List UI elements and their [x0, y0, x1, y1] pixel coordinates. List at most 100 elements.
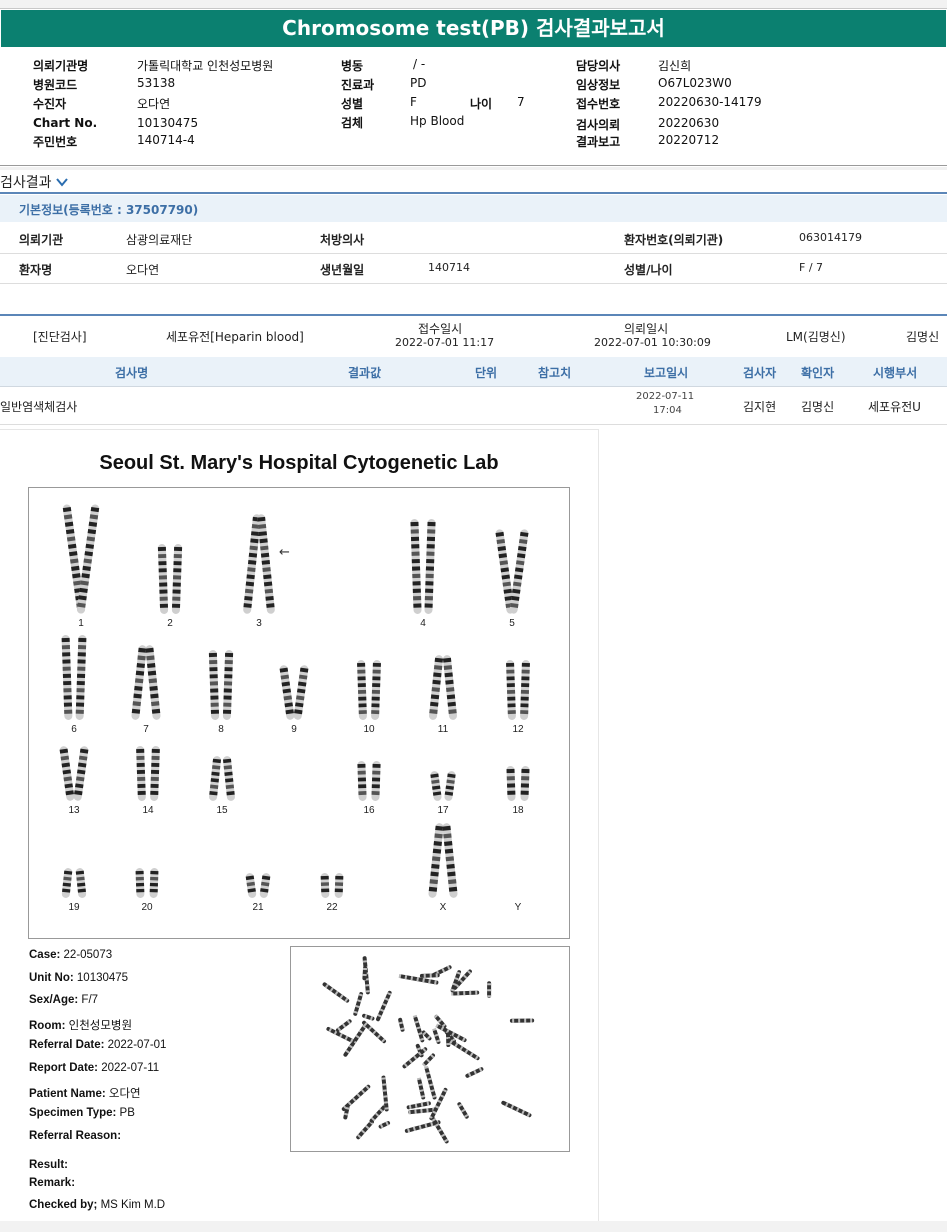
meta-label: Sex/Age:	[29, 994, 79, 1007]
chromosome-label: 19	[68, 902, 80, 913]
chromosome-label: 21	[252, 902, 264, 913]
column-header: 검사자	[743, 366, 777, 380]
karyogram-image: 1 2 3 4 56 7 8 9 10 11 1213 14 15 16 17 1819 20 21 22 X Y←	[59, 504, 530, 913]
report-time-cell: 17:04	[653, 405, 682, 416]
chromosome-pair	[245, 873, 271, 898]
header-label: 성별	[341, 97, 364, 111]
exam-test-name: 세포유전[Heparin blood]	[166, 330, 304, 344]
header-value: 가톨릭대학교 인천성모병원	[137, 59, 274, 73]
meta-value: F/7	[78, 994, 99, 1007]
chromosome-label: 12	[512, 724, 524, 735]
result-label: Result:	[29, 1159, 68, 1171]
received-label: 접수일시	[418, 322, 463, 336]
column-header: 단위	[475, 366, 498, 380]
exam-category: [진단검사]	[33, 330, 87, 344]
doctor-name: 김명신	[906, 330, 940, 344]
metaphase-image	[322, 956, 535, 1144]
chromosome-pair	[428, 823, 458, 898]
header-label: 검사의뢰	[576, 118, 621, 132]
field-label: 환자명	[19, 263, 53, 277]
chromosome-label: 5	[509, 618, 515, 629]
divider	[0, 165, 947, 166]
chromosome-label: 20	[141, 902, 153, 913]
chromosome-pair	[61, 868, 87, 898]
field-label: 생년월일	[320, 263, 365, 277]
metaphase-spread	[290, 946, 570, 1152]
column-header: 시행부서	[873, 366, 918, 380]
metaphase-chromosome	[362, 1020, 387, 1044]
section-title-toggle[interactable]: 검사결과	[0, 172, 68, 192]
chromosome-label: X	[440, 902, 447, 913]
metaphase-chromosome	[322, 982, 350, 1003]
metaphase-chromosome	[343, 1023, 367, 1057]
chromosome-label: 22	[326, 902, 338, 913]
lab-title: Seoul St. Mary's Hospital Cytogenetic La…	[99, 452, 499, 474]
chromosome-pair	[357, 761, 381, 801]
header-label: 임상정보	[576, 78, 621, 92]
header-value: 오다연	[137, 97, 171, 111]
metaphase-chromosome	[421, 1053, 435, 1067]
header-label: 수진자	[33, 97, 67, 111]
chromosome-pair	[243, 514, 275, 614]
meta-value: 22-05073	[60, 949, 113, 961]
meta-label: Specimen Type:	[29, 1107, 117, 1120]
header-label: 진료과	[341, 78, 375, 92]
chromosome-label: 17	[437, 805, 449, 816]
metaphase-chromosome	[353, 992, 364, 1016]
remark-field: Remark:	[29, 1177, 75, 1189]
header-label: 담당의사	[576, 59, 621, 73]
header-label: 병동	[341, 59, 364, 73]
column-header: 결과값	[348, 366, 382, 380]
meta-label: Patient Name:	[29, 1087, 106, 1100]
chromosome-pair	[136, 746, 160, 801]
meta-label: Referral Reason:	[29, 1129, 122, 1142]
header-value: F	[410, 95, 417, 109]
checker-cell: 김명신	[801, 400, 835, 414]
metaphase-chromosome	[398, 1017, 405, 1032]
chromosome-pair	[506, 660, 530, 720]
chromosome-pair	[59, 746, 89, 801]
metaphase-chromosome	[412, 1014, 425, 1043]
chromosome-pair	[320, 873, 344, 898]
column-header: 확인자	[801, 366, 835, 380]
field-value: F / 7	[799, 261, 824, 274]
table-row[interactable]: 일반염색체검사 2022-07-11 17:04 김지현 김명신 세포유전U	[0, 387, 947, 425]
chromosome-pair	[429, 655, 457, 720]
result-field: Result:	[29, 1159, 68, 1171]
metaphase-chromosome	[509, 1018, 535, 1023]
field-value: 063014179	[799, 231, 862, 244]
checked-value: MS Kim M.D	[97, 1199, 166, 1211]
field-label: 성별/나이	[624, 263, 673, 277]
header-value: 140714-4	[137, 133, 195, 147]
meta-value: 인천성모병원	[65, 1019, 133, 1032]
results-table-header: 검사명 결과값 단위 참고치 보고일시 검사자 확인자 시행부서	[0, 357, 947, 387]
metaphase-chromosome	[432, 1028, 441, 1044]
metaphase-chromosome	[465, 1067, 484, 1078]
field-value: 오다연	[126, 263, 160, 277]
basic-info-title: 기본정보(등록번호 : 37507790)	[19, 203, 199, 217]
header-label: 병원코드	[33, 78, 78, 92]
header-info: 의뢰기관명 가톨릭대학교 인천성모병원 병원코드 53138 수진자 오다연 C…	[0, 50, 947, 160]
field-value: 삼광의료재단	[126, 233, 193, 247]
chromosome-label: 10	[363, 724, 375, 735]
divider	[0, 167, 947, 170]
metaphase-chromosome	[336, 1019, 352, 1033]
metaphase-chromosome	[419, 973, 440, 978]
header-value: 김신희	[658, 59, 692, 73]
header-value: O67L023W0	[658, 76, 732, 90]
header-value: Hp Blood	[410, 114, 465, 128]
meta-value: 2022-07-11	[98, 1061, 160, 1074]
metaphase-chromosome	[362, 1013, 375, 1021]
basic-info-header: 기본정보(등록번호 : 37507790)	[0, 195, 947, 222]
chromosome-label: 8	[218, 724, 224, 735]
chromosome-label: 13	[68, 805, 80, 816]
bottom-border	[0, 1221, 947, 1232]
metaphase-chromosome	[416, 1077, 426, 1100]
lab-manager: LM(김명신)	[786, 330, 846, 344]
chromosome-pair	[410, 519, 436, 614]
received-value: 2022-07-01 11:17	[395, 336, 495, 349]
meta-label: Report Date:	[29, 1061, 99, 1074]
metaphase-chromosome	[501, 1100, 532, 1118]
dept-cell: 세포유전U	[868, 400, 921, 414]
header-value: 10130475	[137, 116, 199, 130]
